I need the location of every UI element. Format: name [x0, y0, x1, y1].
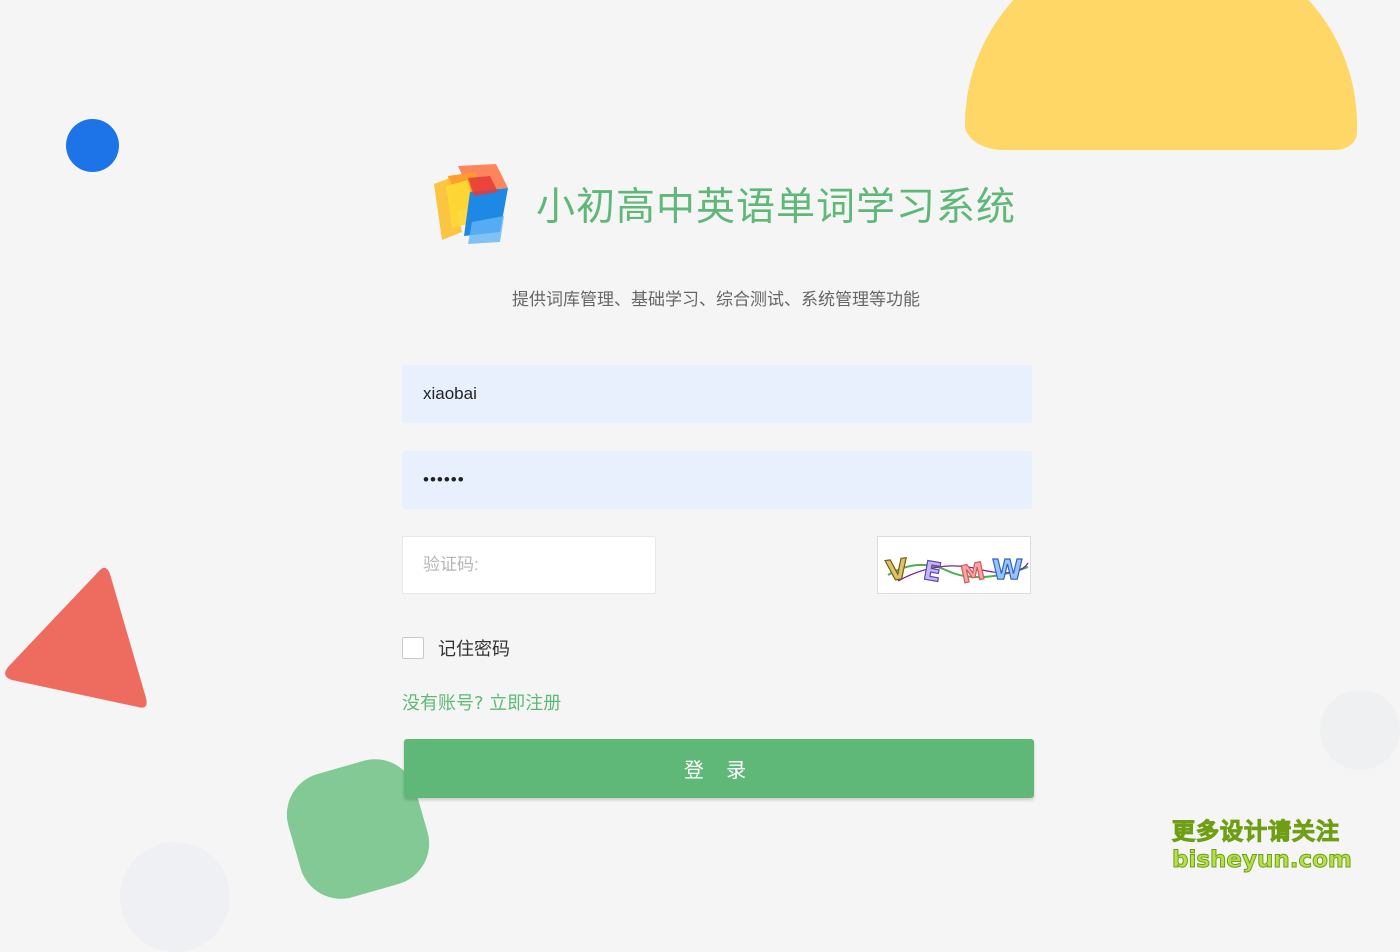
remember-password-checkbox[interactable]	[402, 637, 424, 659]
app-header: 小初高中英语单词学习系统	[428, 162, 1016, 246]
decorative-blue-circle	[66, 119, 119, 172]
remember-password[interactable]: 记住密码	[402, 635, 510, 661]
watermark-line: 更多设计请关注	[1172, 819, 1340, 846]
decorative-faint-circle	[120, 842, 230, 952]
captcha-image[interactable]: V E M W	[877, 536, 1031, 594]
captcha-char: W	[992, 553, 1023, 586]
app-title: 小初高中英语单词学习系统	[536, 185, 1017, 230]
captcha-char: E	[921, 556, 944, 589]
decorative-red-triangle	[5, 567, 147, 708]
watermark: 更多设计请关注 bisheyun.com	[1172, 818, 1353, 874]
login-button[interactable]: 登 录	[404, 739, 1034, 798]
captcha-char: V	[884, 552, 910, 588]
cube-logo-icon	[434, 164, 508, 244]
decorative-faint-circle	[1320, 690, 1400, 770]
captcha-char: M	[958, 557, 987, 589]
password-input[interactable]	[402, 451, 1032, 509]
captcha-graphic: V E M W	[884, 551, 1029, 590]
remember-password-label: 记住密码	[438, 639, 510, 660]
captcha-input[interactable]	[402, 536, 656, 594]
app-subtitle: 提供词库管理、基础学习、综合测试、系统管理等功能	[512, 290, 920, 310]
register-link[interactable]: 没有账号? 立即注册	[402, 689, 561, 715]
watermark-line: bisheyun.com	[1172, 847, 1353, 874]
decorative-yellow-shape	[965, 0, 1357, 150]
username-input[interactable]	[402, 365, 1032, 423]
